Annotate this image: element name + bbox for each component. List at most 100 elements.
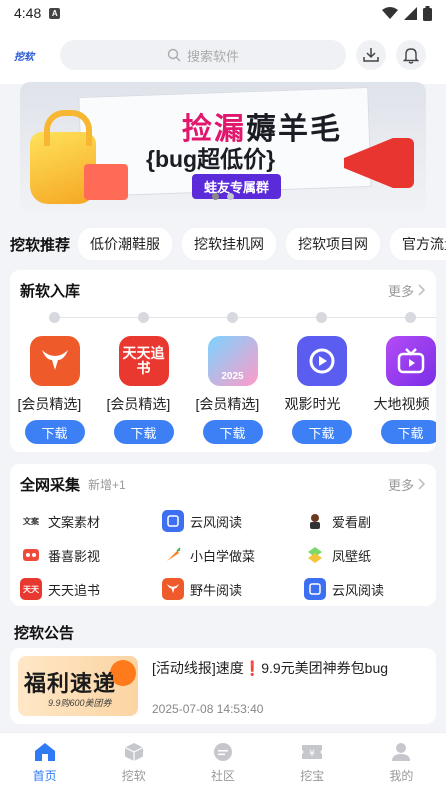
collect-item-label: 爱看剧	[332, 514, 372, 530]
tv-icon	[385, 336, 436, 386]
bottom-navigation: 首页 挖软 社区 ¥ 挖宝 我的	[0, 732, 446, 792]
notification-button[interactable]	[396, 40, 426, 70]
search-input[interactable]: 搜索软件	[60, 40, 346, 70]
notice-section-title: 挖软公告	[14, 625, 75, 642]
recommend-chip[interactable]: 挖软项目网	[286, 228, 381, 260]
banner-subheadline: {bug超低价}	[146, 146, 276, 172]
collect-item[interactable]: 爱看剧	[304, 504, 436, 538]
download-button[interactable]: 下载	[291, 420, 352, 444]
search-icon	[167, 48, 181, 62]
new-apps-more-link[interactable]: 更多	[388, 281, 426, 300]
bull-icon	[29, 336, 80, 386]
notice-item[interactable]: 福利速递 9.9购600美团券 [活动线报]速度❗9.9元美团神券包bug 20…	[10, 648, 436, 724]
collect-grid: 文案 文案素材 云风阅读 爱看剧 番喜影视 小白学做菜 凤壁纸 天天 天天追书	[10, 504, 436, 606]
app-item[interactable]: 天天追书 [会员精选] 下载	[99, 336, 188, 444]
download-button[interactable]: 下载	[24, 420, 85, 444]
collect-item-label: 文案素材	[48, 514, 101, 530]
notice-thumbnail: 福利速递 9.9购600美团券	[18, 656, 138, 716]
status-bar: 4:48 A	[0, 0, 446, 26]
download-manager-button[interactable]	[356, 40, 386, 70]
app-name: [会员精选]	[17, 396, 82, 412]
download-button[interactable]: 下载	[113, 420, 174, 444]
collect-item[interactable]: 文案 文案素材	[20, 504, 162, 538]
bell-icon	[403, 47, 419, 64]
recommend-label: 挖软推荐	[10, 236, 71, 254]
search-placeholder: 搜索软件	[186, 48, 239, 64]
nav-label: 首页	[32, 769, 57, 783]
collect-item[interactable]: 云风阅读	[304, 572, 436, 606]
collect-item-label: 天天追书	[48, 582, 101, 598]
collect-item[interactable]: 凤壁纸	[304, 538, 436, 572]
app-logo[interactable]: 挖软	[14, 48, 52, 63]
nav-label: 我的	[389, 769, 414, 783]
thumbnail-subtitle: 9.9购600美团券	[48, 698, 112, 708]
nav-label: 挖宝	[300, 769, 325, 783]
collect-item-label: 凤壁纸	[332, 548, 372, 564]
collect-item[interactable]: 云风阅读	[162, 504, 304, 538]
nav-community[interactable]: 社区	[178, 733, 267, 792]
notice-date: 2025-07-08 14:53:40	[152, 702, 264, 716]
nav-treasure[interactable]: ¥ 挖宝	[268, 733, 357, 792]
carrot-icon	[162, 544, 184, 566]
recommend-chip[interactable]: 官方流量卡	[390, 228, 446, 260]
notification-a-icon: A	[49, 7, 61, 19]
collect-item[interactable]: 番喜影视	[20, 538, 162, 572]
top-bar: 挖软 搜索软件	[0, 26, 446, 84]
collect-item-label: 云风阅读	[190, 514, 243, 530]
book-reader-icon	[162, 510, 184, 532]
collect-item[interactable]: 野牛阅读	[162, 572, 304, 606]
gift-box-icon	[84, 164, 128, 200]
nav-home[interactable]: 首页	[0, 733, 89, 792]
download-button[interactable]: 下载	[202, 420, 263, 444]
wallpaper-icon	[304, 544, 326, 566]
wenan-icon: 文案	[20, 510, 42, 532]
collect-item-label: 云风阅读	[332, 582, 385, 598]
collect-title: 全网采集	[20, 476, 81, 494]
status-indicators	[382, 5, 432, 21]
app-item[interactable]: 大地视频 下载	[366, 336, 436, 444]
collect-subtitle: 新增+1	[88, 477, 126, 492]
app-name: 观影时光	[284, 396, 341, 412]
character-icon	[304, 510, 326, 532]
app-name: [会员精选]	[106, 396, 171, 412]
nav-wasoft[interactable]: 挖软	[89, 733, 178, 792]
recommend-chip[interactable]: 低价潮鞋服	[78, 228, 173, 260]
video-play-icon	[296, 336, 347, 386]
book-reader-icon	[304, 578, 326, 600]
film-icon	[20, 544, 42, 566]
collect-item[interactable]: 天天 天天追书	[20, 572, 162, 606]
bull-icon	[162, 578, 184, 600]
notice-title: [活动线报]速度❗9.9元美团神券包bug	[152, 660, 389, 676]
home-icon	[34, 741, 56, 763]
thumbnail-title: 福利速递	[24, 671, 117, 696]
app-item[interactable]: 2025 [会员精选] 下载	[188, 336, 277, 444]
app-item[interactable]: [会员精选] 下载	[10, 336, 99, 444]
svg-text:¥: ¥	[309, 749, 315, 759]
app-item[interactable]: 观影时光 下载	[277, 336, 366, 444]
nav-label: 社区	[211, 769, 236, 783]
collect-item-label: 野牛阅读	[190, 582, 243, 598]
tiantian-icon: 天天	[20, 578, 42, 600]
banner-pagination	[212, 193, 234, 200]
chevron-right-icon	[418, 478, 426, 490]
collect-card: 全网采集 新增+1 更多 文案 文案素材 云风阅读 爱看剧 番喜影视 小白学做菜	[10, 464, 436, 606]
release-timeline	[10, 310, 436, 326]
banner-tag: 蛙友专属群	[192, 174, 282, 199]
collect-more-link[interactable]: 更多	[388, 475, 426, 494]
wifi-icon	[382, 6, 398, 19]
collect-item[interactable]: 小白学做菜	[162, 538, 304, 572]
ticket-icon: ¥	[301, 741, 323, 763]
chat-icon	[212, 741, 234, 763]
cube-icon	[123, 741, 145, 763]
battery-icon	[423, 5, 432, 21]
download-button[interactable]: 下载	[380, 420, 436, 444]
app-name: [会员精选]	[195, 396, 260, 412]
app-2025-icon: 2025	[207, 336, 258, 386]
nav-profile[interactable]: 我的	[357, 733, 446, 792]
nav-label: 挖软	[121, 769, 146, 783]
status-time: 4:48	[14, 5, 42, 21]
promo-banner[interactable]: 捡漏薅羊毛 {bug超低价} 蛙友专属群	[20, 82, 426, 212]
recommend-chip[interactable]: 挖软挂机网	[182, 228, 277, 260]
collect-item-label: 小白学做菜	[190, 548, 256, 564]
chevron-right-icon	[418, 284, 426, 296]
